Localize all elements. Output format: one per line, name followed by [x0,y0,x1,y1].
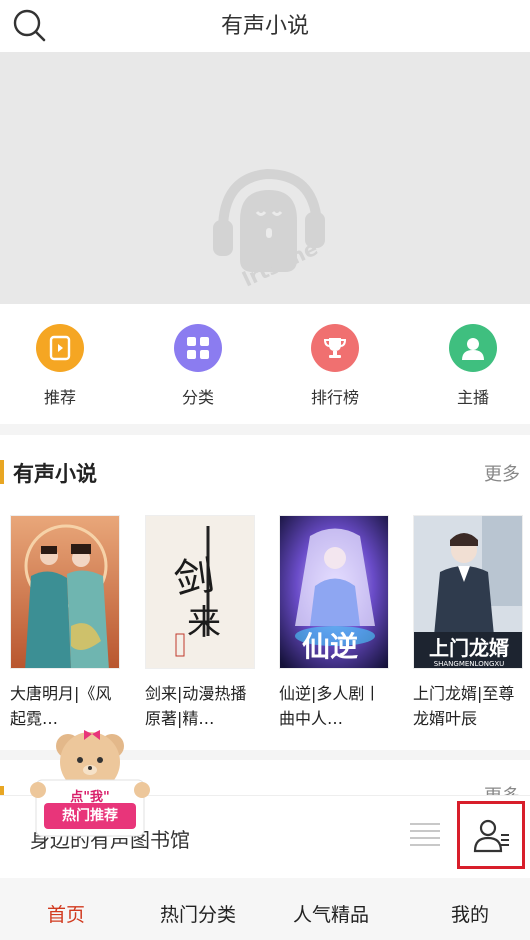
promo-line-2: 热门推荐 [62,808,118,824]
section-accent-bar [0,460,4,484]
audio-novel-section: 有声小说 更多 大唐明月|《风起霓… 剑 来 剑来|动漫热播原著|精… 仙逆 仙… [0,435,530,750]
anchor-icon [449,324,497,372]
grid-icon [174,324,222,372]
book-cover: 上门龙婿 SHANGMENLONGXU [413,515,523,669]
svg-text:来: 来 [187,603,221,643]
book-icon [36,324,84,372]
svg-text:剑: 剑 [171,553,217,604]
tab-popular-picks[interactable]: 人气精品 [265,900,397,927]
trophy-icon [311,324,359,372]
section-title: 有声小说 [13,462,97,486]
svg-text:SHANGMENLONGXU: SHANGMENLONGXU [434,660,505,668]
book-card[interactable]: 仙逆 仙逆|多人剧丨曲中人… [279,515,391,731]
book-title: 仙逆|多人剧丨曲中人… [279,684,381,728]
svg-text:仙逆: 仙逆 [302,630,358,663]
tab-home[interactable]: 首页 [0,900,132,927]
book-cover [10,515,120,669]
quick-nav: 推荐 分类 排行榜 主播 [0,304,530,424]
lrts-logo-watermark: lrts.me [205,160,335,300]
nav-item-recommend[interactable]: 推荐 [5,324,115,408]
nav-item-label: 推荐 [43,388,76,407]
book-cover: 仙逆 [279,515,389,669]
nav-item-label: 主播 [456,388,489,407]
nav-item-anchor[interactable]: 主播 [418,324,528,408]
tab-hot-categories[interactable]: 热门分类 [132,900,264,927]
menu-icon[interactable] [408,820,442,850]
book-card[interactable]: 大唐明月|《风起霓… [10,515,122,731]
bottom-tab-bar: 首页 热门分类 人气精品 我的 [0,878,530,940]
profile-button[interactable] [457,801,525,869]
book-card[interactable]: 上门龙婿 SHANGMENLONGXU 上门龙婿|至尊龙婿叶辰 [413,515,525,731]
nav-item-label: 分类 [181,388,214,407]
nav-item-ranking[interactable]: 排行榜 [280,324,390,408]
book-cover: 剑 来 [145,515,255,669]
tab-mine[interactable]: 我的 [404,900,530,927]
nav-item-category[interactable]: 分类 [143,324,253,408]
promo-line-1: 点"我" [70,790,110,805]
more-link[interactable]: 更多 [484,460,520,486]
page-title: 有声小说 [220,14,309,39]
user-profile-icon [473,817,511,855]
book-title: 上门龙婿|至尊龙婿叶辰 [413,684,515,728]
nav-item-label: 排行榜 [310,388,359,407]
svg-text:上门龙婿: 上门龙婿 [429,636,509,660]
banner-carousel[interactable]: lrts.me [0,52,530,304]
book-title: 剑来|动漫热播原著|精… [145,684,247,728]
header: 有声小说 [0,0,530,52]
hot-recommend-promo[interactable]: 点"我" 热门推荐 [30,728,150,843]
book-card[interactable]: 剑 来 剑来|动漫热播原著|精… [145,515,257,731]
book-title: 大唐明月|《风起霓… [10,684,112,728]
